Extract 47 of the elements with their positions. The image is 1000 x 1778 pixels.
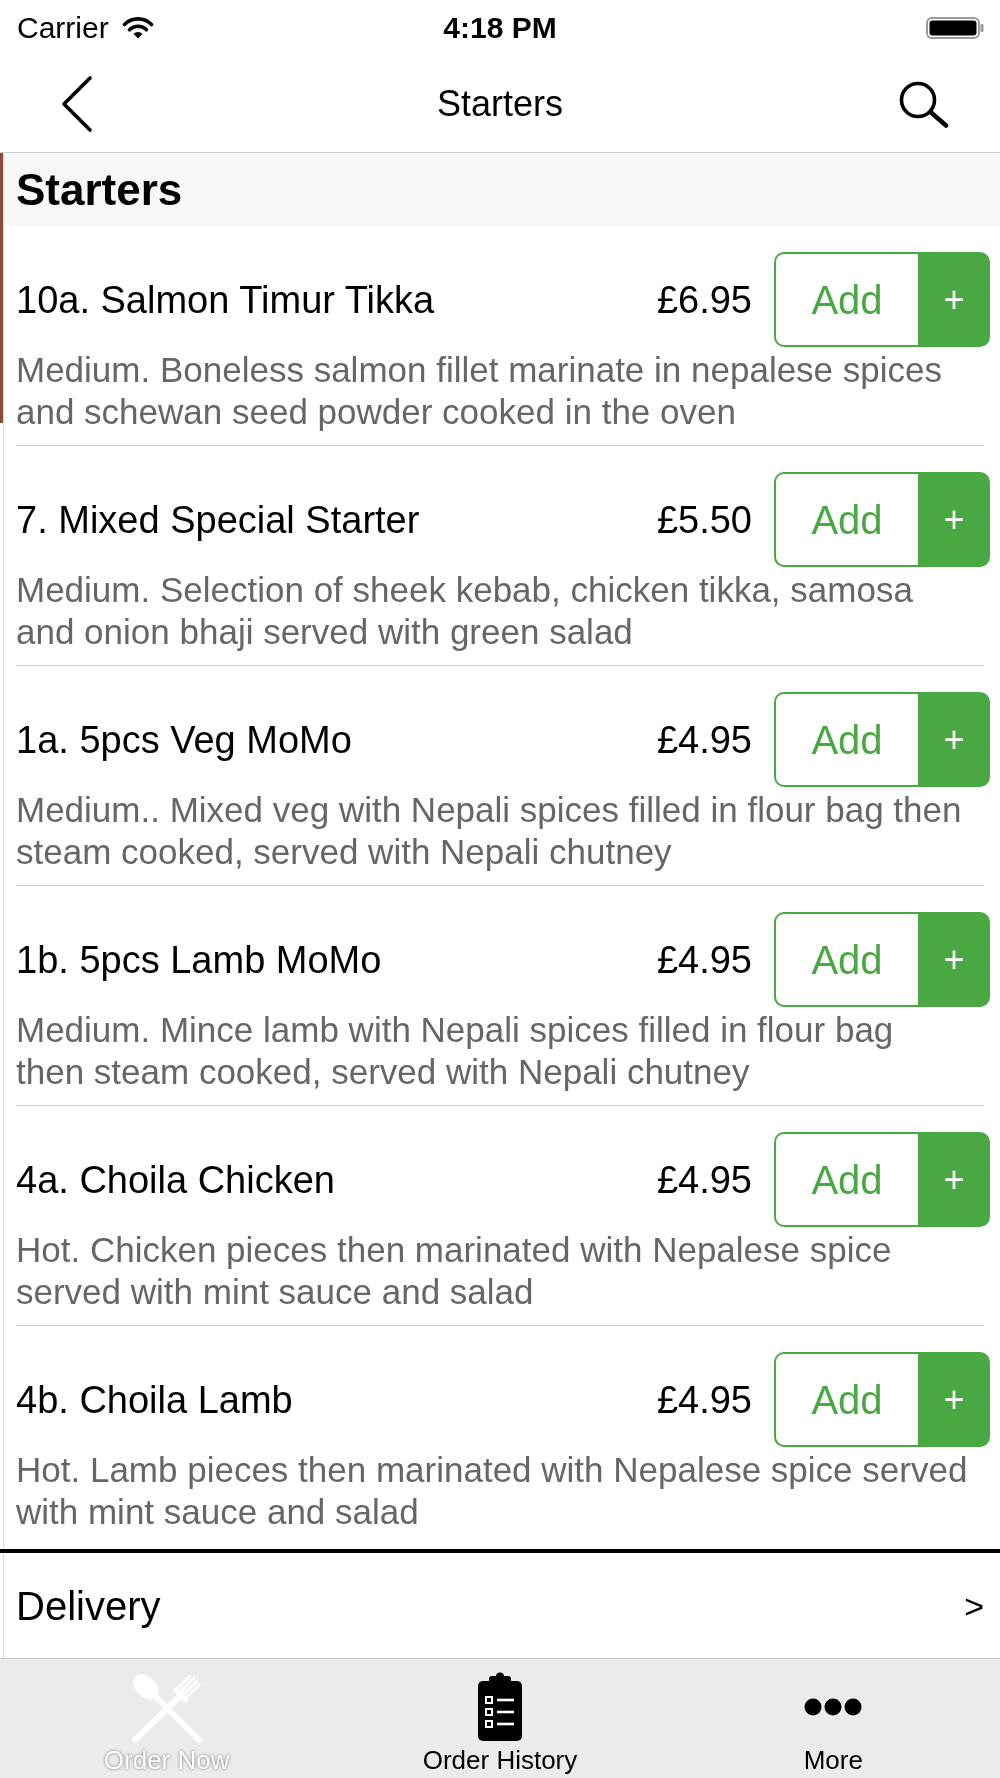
ellipsis-icon [804,1698,863,1716]
plus-button[interactable]: + [918,1352,990,1447]
search-button[interactable] [898,79,950,128]
item-description: Medium. Selection of sheek kebab, chicken tikka, samosa and onion bhaji served with green salad [16,569,914,653]
clipboard-icon [476,1672,524,1742]
chevron-left-icon [60,74,94,133]
plus-button[interactable]: + [918,1132,990,1227]
carrier-label: Carrier [17,12,109,43]
tab[interactable]: Order Now [0,1659,334,1778]
item-description: Hot. Chicken pieces then marinated with Nepalese spice served with mint sauce and salad [16,1229,893,1313]
item-name: 1a. 5pcs Veg MoMo [16,720,353,759]
item-price: £6.95 [656,280,752,319]
plus-button[interactable]: + [918,252,990,347]
back-button[interactable] [60,74,94,133]
item-description: Medium.. Mixed veg with Nepali spices filled in flour bag then steam cooked, served with Nepali chutney [16,789,963,873]
item-name: 4b. Choila Lamb [16,1380,294,1419]
item-price: £5.50 [656,500,752,539]
battery-icon [926,16,984,39]
chevron-icon[interactable]: > [964,1588,984,1623]
add-button[interactable]: Add [774,1132,918,1227]
clock: 4:18 PM [443,12,557,43]
item-name: 1b. 5pcs Lamb MoMo [16,940,383,979]
section-header: Starters [4,153,1000,226]
search-icon [898,79,950,128]
add-button[interactable]: Add [774,1352,918,1447]
item-name: 10a. Salmon Timur Tikka [16,280,436,319]
add-button[interactable]: Add [774,912,918,1007]
item-name: 7. Mixed Special Starter [16,500,421,539]
plus-button[interactable]: + [918,472,990,567]
tab[interactable]: More [666,1659,1000,1778]
item-name: 4a. Choila Chicken [16,1160,336,1199]
item-price: £4.95 [656,940,752,979]
item-description: Medium. Boneless salmon fillet marinate in nepalese spices and schewan seed powder cooked in the oven [16,349,943,433]
delivery-link[interactable]: Delivery [16,1585,161,1626]
item-price: £4.95 [656,1160,752,1199]
add-button[interactable]: Add [774,472,918,567]
plus-button[interactable]: + [918,692,990,787]
wifi-icon [121,16,154,39]
tab[interactable]: Order History [333,1659,667,1778]
item-price: £4.95 [656,1380,752,1419]
item-price: £4.95 [656,720,752,759]
add-button[interactable]: Add [774,252,918,347]
add-button[interactable]: Add [774,692,918,787]
item-description: Medium. Mince lamb with Nepali spices filled in flour bag then steam cooked, served with Nepali chutney [16,1009,895,1093]
plus-button[interactable]: + [918,912,990,1007]
item-description: Hot. Lamb pieces then marinated with Nepalese spice served with mint sauce and salad [16,1449,969,1533]
nav-title: Starters [436,85,563,122]
